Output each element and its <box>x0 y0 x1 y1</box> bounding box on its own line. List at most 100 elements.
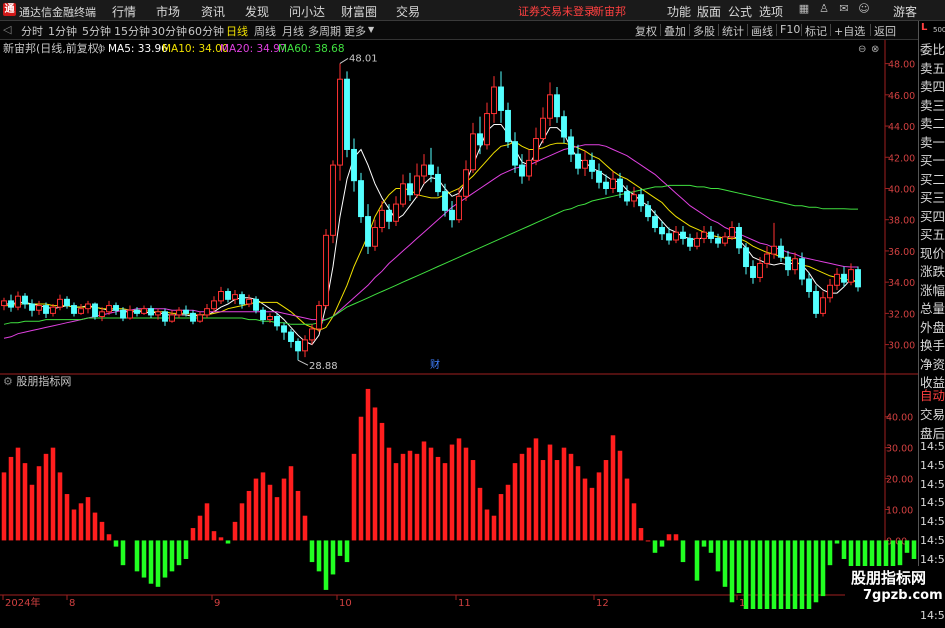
quote-field-15: 外盘 <box>920 319 945 335</box>
indicator-bar <box>631 503 637 541</box>
finance-marker[interactable]: 财 <box>430 358 440 371</box>
draw-line-button[interactable]: 画线 <box>751 23 773 39</box>
indicator-tick-label: 30.00 <box>886 444 913 455</box>
more-chevron-icon[interactable]: ▼ <box>368 25 374 34</box>
restore-rights-button[interactable]: 复权 <box>635 23 657 39</box>
period-weekly[interactable]: 周线 <box>254 23 276 39</box>
multi-stock-button[interactable]: 多股 <box>693 23 715 39</box>
period-more[interactable]: 更多 <box>344 23 366 39</box>
indicator-bar <box>652 540 658 553</box>
candle-body <box>624 191 630 202</box>
period-daily[interactable]: 日线 <box>226 23 248 39</box>
period-1min[interactable]: 1分钟 <box>48 23 77 39</box>
candle-body <box>337 78 343 166</box>
candle-body <box>659 227 665 235</box>
candle-body <box>827 284 833 299</box>
indicator-bar <box>533 438 539 541</box>
shirt-icon[interactable]: ♙ <box>817 2 831 16</box>
indicator-bar <box>288 466 294 541</box>
indicator-bar <box>120 540 126 566</box>
candle-body <box>113 305 119 311</box>
indicator-bar <box>36 466 42 541</box>
mail-icon[interactable]: ✉ <box>837 2 851 16</box>
menu-options[interactable]: 选项 <box>759 3 783 20</box>
period-intraday[interactable]: 分时 <box>21 23 43 39</box>
overlay-button[interactable]: 叠加 <box>664 23 686 39</box>
candle-body <box>260 309 266 321</box>
quote-field-0: 委比 <box>920 42 945 57</box>
stock-chart[interactable]: 新宙邦(日线,前复权) ⚙ MA5: 33.96 MA10: 34.00 MA2… <box>0 40 918 609</box>
indicator-bar <box>449 444 455 541</box>
menu-wealth-circle[interactable]: 财富圈 <box>341 3 377 20</box>
high-annotation: 48.01 <box>339 53 378 64</box>
period-15min[interactable]: 15分钟 <box>114 23 150 39</box>
indicator-bar <box>393 463 399 541</box>
candle-body <box>463 169 469 197</box>
auto-tab[interactable]: 自动 <box>920 385 945 404</box>
indicator-bar <box>442 463 448 541</box>
price-tick-label: 32.00 <box>888 309 915 320</box>
indicator-bar <box>680 540 686 563</box>
menu-trade[interactable]: 交易 <box>396 3 420 20</box>
back-arrow-icon[interactable]: ◁ <box>3 23 11 36</box>
menu-ask-xiaoda[interactable]: 问小达 <box>289 3 325 20</box>
menu-quotes[interactable]: 行情 <box>112 3 136 20</box>
quote-field-5: 卖一 <box>920 134 945 150</box>
login-warning[interactable]: 证券交易未登录 <box>518 3 595 19</box>
indicator-bar <box>183 540 189 559</box>
indicator-bar <box>225 540 231 544</box>
indicator-bar <box>771 540 777 609</box>
candle-body <box>533 138 539 161</box>
indicator-bar <box>113 540 119 547</box>
candle-body <box>792 258 798 271</box>
indicator-histogram <box>1 388 917 609</box>
indicator-bar <box>85 497 91 541</box>
quote-field-6: 买一 <box>920 153 945 168</box>
period-60min[interactable]: 60分钟 <box>188 23 224 39</box>
indicator-bar <box>15 447 21 541</box>
menu-function[interactable]: 功能 <box>667 3 691 20</box>
period-monthly[interactable]: 月线 <box>282 23 304 39</box>
quote-field-3: 卖三 <box>920 97 945 113</box>
trade-time-1: 14:56 <box>920 458 945 472</box>
indicator-bar <box>281 478 287 541</box>
close-panel-icon[interactable]: ⊗ <box>871 44 879 55</box>
indicator-bar <box>673 534 679 541</box>
watermark-title: 股朋指标网 <box>851 569 927 587</box>
candle-body <box>582 159 588 169</box>
trade-tab[interactable]: 交易 <box>920 404 945 423</box>
menu-discover[interactable]: 发现 <box>245 3 269 20</box>
candle-body <box>673 231 679 241</box>
f10-button[interactable]: F10 <box>780 23 800 36</box>
period-5min[interactable]: 5分钟 <box>82 23 111 39</box>
statistics-button[interactable]: 统计 <box>722 23 744 39</box>
period-30min[interactable]: 30分钟 <box>151 23 187 39</box>
grid-icon[interactable]: ▦ <box>797 2 811 16</box>
candle-body <box>22 295 28 305</box>
candle-body <box>750 266 756 278</box>
indicator-bar <box>176 540 182 566</box>
return-button[interactable]: 返回 <box>874 23 896 39</box>
candle-body <box>491 86 497 115</box>
candlestick-series <box>1 63 861 361</box>
candle-body <box>1 300 7 307</box>
indicator-bar <box>582 478 588 541</box>
user-icon[interactable]: ☺ <box>857 2 871 16</box>
menu-market[interactable]: 市场 <box>156 3 180 20</box>
candle-body <box>442 191 448 211</box>
menu-formula[interactable]: 公式 <box>728 3 752 20</box>
candle-body <box>708 231 714 239</box>
toolbar-divider <box>660 24 661 36</box>
add-watchlist-button[interactable]: +自选 <box>834 23 865 39</box>
candle-body <box>799 258 805 280</box>
minus-zoom-icon[interactable]: ⊖ <box>858 44 866 55</box>
menu-layout[interactable]: 版面 <box>697 3 721 20</box>
indicator-bar <box>169 540 175 572</box>
guest-label[interactable]: 游客 <box>893 3 917 20</box>
menu-news[interactable]: 资讯 <box>201 3 225 20</box>
mark-button[interactable]: 标记 <box>805 23 827 39</box>
indicator-bar <box>792 540 798 609</box>
settings-gear-icon[interactable]: ⚙ <box>97 44 106 55</box>
indicator-bar <box>232 521 238 541</box>
period-multi[interactable]: 多周期 <box>308 23 341 39</box>
